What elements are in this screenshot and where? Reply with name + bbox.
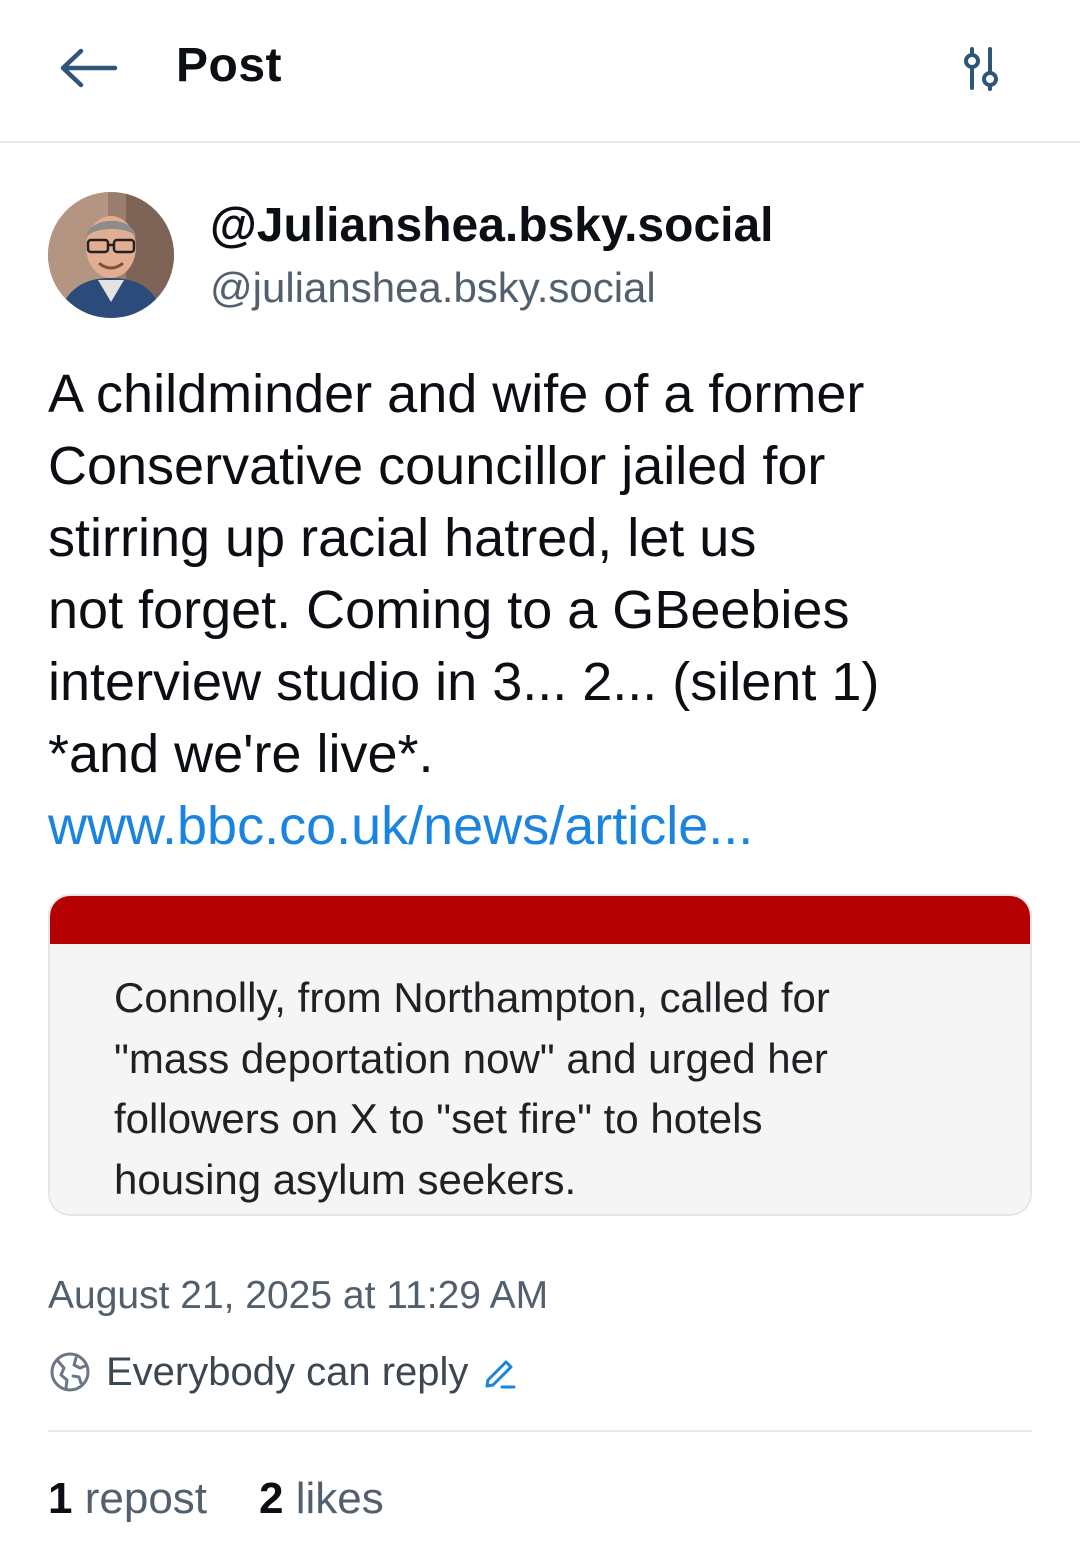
divider (48, 1430, 1032, 1432)
arrow-left-icon (60, 48, 118, 88)
card-header-bar (50, 896, 1030, 944)
author-handle[interactable]: @julianshea.bsky.social (210, 264, 656, 312)
back-button[interactable] (54, 40, 124, 96)
post-text-line: A childminder and wife of a former (48, 364, 865, 424)
likes-count-button[interactable]: 2 likes (259, 1474, 384, 1524)
reply-setting-button[interactable]: Everybody can reply (48, 1344, 518, 1400)
thread-options-button[interactable] (946, 34, 1016, 104)
top-bar: Post (0, 0, 1080, 143)
post-text-line: Conservative councillor jailed for (48, 436, 826, 496)
post-text-line: not forget. Coming to a GBeebies (48, 580, 850, 640)
post-timestamp: August 21, 2025 at 11:29 AM (48, 1274, 549, 1317)
post-text-line: interview studio in 3... 2... (silent 1) (48, 652, 880, 712)
author-display-name[interactable]: @Julianshea.bsky.social (210, 198, 774, 253)
post-stats: 1 repost 2 likes (48, 1474, 436, 1524)
post-text: A childminder and wife of a former Conse… (48, 358, 1038, 862)
reposts-count: 1 (48, 1474, 73, 1523)
card-text-line: followers on X to "set fire" to hotels (114, 1095, 763, 1142)
embedded-image-card[interactable]: Connolly, from Northampton, called for "… (48, 894, 1032, 1216)
avatar-image (48, 192, 174, 318)
page-title: Post (176, 39, 283, 92)
reposts-count-button[interactable]: 1 repost (48, 1474, 207, 1524)
post-text-line: stirring up racial hatred, let us (48, 508, 757, 568)
card-text-line: Connolly, from Northampton, called for (114, 974, 830, 1021)
pencil-icon (482, 1354, 518, 1390)
likes-label: likes (295, 1474, 384, 1523)
post-author: @Julianshea.bsky.social @julianshea.bsky… (48, 192, 1032, 322)
post-link[interactable]: www.bbc.co.uk/news/article... (48, 790, 1038, 862)
sliders-icon (964, 47, 998, 91)
card-quote-text: Connolly, from Northampton, called for "… (114, 968, 994, 1210)
card-text-line: "mass deportation now" and urged her (114, 1034, 828, 1082)
reply-setting-label: Everybody can reply (106, 1349, 469, 1394)
reposts-label: repost (84, 1474, 208, 1523)
avatar[interactable] (48, 192, 174, 318)
globe-icon (48, 1350, 92, 1394)
likes-count: 2 (259, 1474, 284, 1523)
post-text-line: *and we're live*. (48, 724, 434, 784)
card-text-line: housing asylum seekers. (114, 1155, 577, 1203)
